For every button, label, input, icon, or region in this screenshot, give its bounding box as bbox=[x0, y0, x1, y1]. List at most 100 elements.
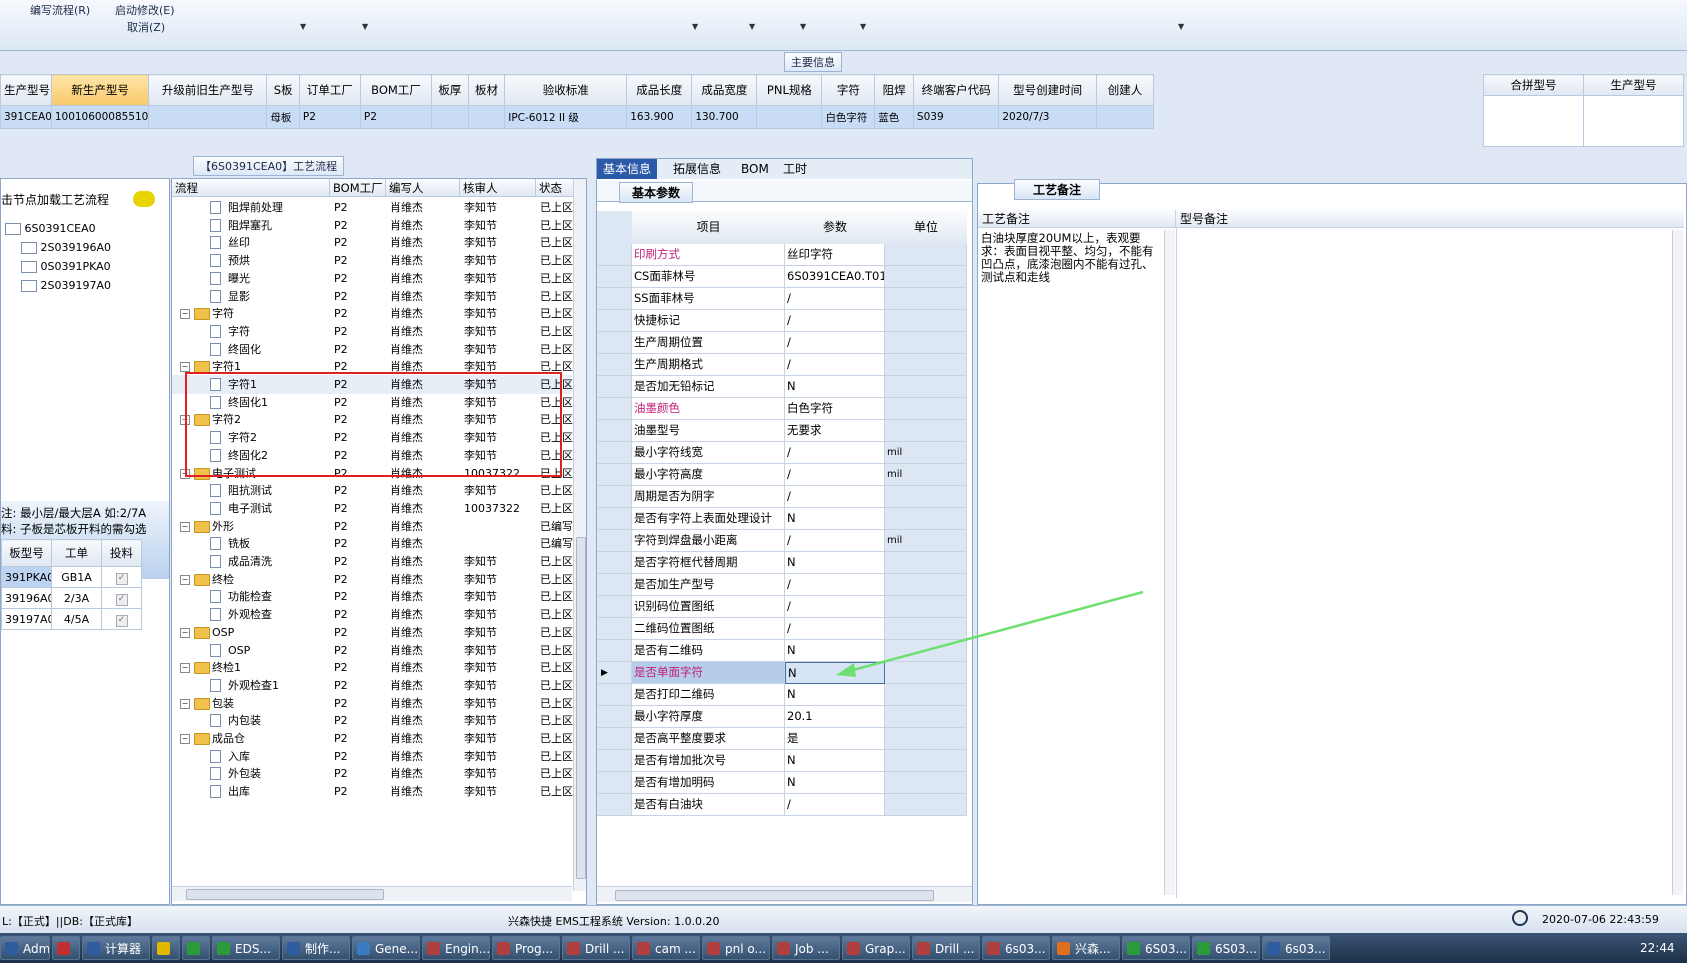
row-marker[interactable] bbox=[597, 750, 632, 772]
taskbar-button[interactable]: Gene... bbox=[352, 936, 420, 960]
flow-row[interactable]: 内包装 P2 肖维杰 李知节 已上区 bbox=[172, 711, 573, 730]
cell[interactable]: 10010600085510 bbox=[50, 105, 150, 129]
column-header[interactable]: 阻焊 bbox=[874, 74, 914, 106]
feed-checkbox[interactable]: ✓ bbox=[115, 614, 128, 627]
column-header[interactable]: S板 bbox=[266, 74, 300, 106]
chevron-down-icon[interactable]: ▼ bbox=[1178, 22, 1184, 31]
row-marker[interactable] bbox=[597, 640, 632, 662]
chevron-down-icon[interactable]: ▼ bbox=[692, 22, 698, 31]
taskbar-button[interactable]: 6s03... bbox=[1262, 936, 1330, 960]
param-row[interactable]: 油墨型号 无要求 bbox=[632, 420, 967, 442]
scroll-thumb[interactable] bbox=[615, 890, 934, 901]
param-row[interactable]: 快捷标记 / bbox=[632, 310, 967, 332]
taskbar-button[interactable]: Grap... bbox=[842, 936, 910, 960]
cell[interactable] bbox=[756, 105, 823, 129]
flow-row[interactable]: 入库 P2 肖维杰 李知节 已上区 bbox=[172, 747, 573, 766]
flow-row[interactable]: 字符 P2 肖维杰 李知节 已上区 bbox=[172, 322, 573, 341]
param-row[interactable]: 最小字符线宽 / mil bbox=[632, 442, 967, 464]
param-value[interactable]: 丝印字符 bbox=[785, 244, 885, 266]
flow-row[interactable]: − 成品仓 P2 肖维杰 李知节 已上区 bbox=[172, 729, 573, 748]
param-row[interactable]: 油墨颜色 白色字符 bbox=[632, 398, 967, 420]
collapse-icon[interactable]: − bbox=[180, 362, 190, 373]
subtab-basic-params[interactable]: 基本参数 bbox=[619, 182, 694, 203]
param-value[interactable]: N bbox=[785, 508, 885, 530]
collapse-icon[interactable]: − bbox=[180, 627, 190, 638]
row-marker[interactable] bbox=[597, 530, 632, 552]
scroll-thumb[interactable] bbox=[576, 537, 586, 879]
taskbar-button[interactable]: Drill ... bbox=[912, 936, 980, 960]
work-order-header[interactable]: 工单 bbox=[51, 539, 102, 567]
row-marker[interactable] bbox=[597, 376, 632, 398]
column-header[interactable]: 订单工厂 bbox=[298, 74, 361, 106]
flow-row[interactable]: 阻焊前处理 P2 肖维杰 李知节 已上区 bbox=[172, 198, 573, 217]
column-header[interactable]: 生产型号 bbox=[0, 74, 52, 106]
cell[interactable]: 391CEA0 bbox=[0, 105, 52, 129]
scroll-thumb[interactable] bbox=[186, 889, 384, 900]
feed-checkbox[interactable]: ✓ bbox=[115, 572, 128, 585]
flow-row[interactable]: 终固化 P2 肖维杰 李知节 已上区 bbox=[172, 340, 573, 359]
flow-row[interactable]: − 终检1 P2 肖维杰 李知节 已上区 bbox=[172, 658, 573, 677]
cell[interactable]: S039 bbox=[912, 105, 1000, 129]
param-value[interactable]: / bbox=[785, 794, 885, 816]
flow-row[interactable]: 电子测试 P2 肖维杰 10037322 已上区 bbox=[172, 499, 573, 518]
row-marker[interactable] bbox=[597, 354, 632, 376]
param-row[interactable]: 生产周期格式 / bbox=[632, 354, 967, 376]
cell[interactable] bbox=[431, 105, 469, 129]
flow-row[interactable]: 阻抗测试 P2 肖维杰 李知节 已上区 bbox=[172, 481, 573, 500]
chevron-down-icon[interactable]: ▼ bbox=[300, 22, 306, 31]
param-value[interactable]: / bbox=[785, 442, 885, 464]
taskbar-button[interactable]: Engin... bbox=[422, 936, 490, 960]
chevron-down-icon[interactable]: ▼ bbox=[362, 22, 368, 31]
param-row[interactable]: 是否加无铅标记 N bbox=[632, 376, 967, 398]
param-value[interactable]: 白色字符 bbox=[785, 398, 885, 420]
cell[interactable]: IPC-6012 II 级 bbox=[504, 105, 628, 129]
param-row[interactable]: 生产周期位置 / bbox=[632, 332, 967, 354]
column-header[interactable]: PNL规格 bbox=[756, 74, 823, 106]
horizontal-scrollbar[interactable] bbox=[597, 886, 972, 902]
flow-row[interactable]: − 字符 P2 肖维杰 李知节 已上区 bbox=[172, 304, 573, 323]
param-value[interactable]: N bbox=[785, 772, 885, 794]
flow-row[interactable]: 外包装 P2 肖维杰 李知节 已上区 bbox=[172, 764, 573, 783]
param-value[interactable]: N bbox=[785, 684, 885, 706]
vertical-scrollbar[interactable] bbox=[1672, 230, 1683, 895]
param-value[interactable]: / bbox=[785, 354, 885, 376]
column-header[interactable]: 板厚 bbox=[431, 74, 469, 106]
speech-bubble-icon[interactable] bbox=[133, 191, 155, 207]
item-header[interactable]: 项目 bbox=[632, 211, 786, 244]
cell[interactable]: 130.700 bbox=[691, 105, 758, 129]
vertical-scrollbar[interactable] bbox=[1164, 230, 1175, 895]
cell[interactable] bbox=[467, 105, 506, 129]
taskbar-button[interactable]: cam ... bbox=[632, 936, 700, 960]
param-row[interactable]: 是否有增加批次号 N bbox=[632, 750, 967, 772]
row-marker[interactable] bbox=[597, 794, 632, 816]
cell[interactable]: 白色字符 bbox=[821, 105, 876, 129]
param-row[interactable]: CS面菲林号 6S0391CEA0.T01 bbox=[632, 266, 967, 288]
cell[interactable] bbox=[1095, 105, 1155, 129]
taskbar-button[interactable] bbox=[52, 936, 80, 960]
cancel-menu[interactable]: 取消(Z) bbox=[127, 19, 165, 35]
flow-row[interactable]: 功能检查 P2 肖维杰 李知节 已上区 bbox=[172, 587, 573, 606]
param-value[interactable]: / bbox=[785, 530, 885, 552]
chevron-down-icon[interactable]: ▼ bbox=[800, 22, 806, 31]
column-header[interactable]: 型号创建时间 bbox=[998, 74, 1097, 106]
param-row[interactable]: 字符到焊盘最小距离 / mil bbox=[632, 530, 967, 552]
tree-node[interactable]: 2S039197A0 bbox=[21, 279, 111, 292]
collapse-icon[interactable]: − bbox=[180, 663, 190, 674]
row-marker[interactable] bbox=[597, 244, 632, 266]
column-header[interactable]: 验收标准 bbox=[504, 74, 628, 106]
cell[interactable]: P2 bbox=[359, 105, 433, 129]
column-header[interactable]: 创建人 bbox=[1095, 74, 1155, 106]
param-value[interactable]: / bbox=[785, 332, 885, 354]
chevron-down-icon[interactable]: ▼ bbox=[860, 22, 866, 31]
column-header[interactable]: 新生产型号 bbox=[50, 74, 150, 106]
cell[interactable]: 蓝色 bbox=[874, 105, 914, 129]
cell[interactable]: 163.900 bbox=[626, 105, 693, 129]
param-value[interactable]: N bbox=[785, 750, 885, 772]
unit-header[interactable]: 单位 bbox=[885, 211, 967, 244]
row-marker[interactable] bbox=[597, 596, 632, 618]
column-header[interactable]: 成品长度 bbox=[626, 74, 693, 106]
row-marker[interactable] bbox=[597, 310, 632, 332]
taskbar-button[interactable]: 制作... bbox=[282, 936, 350, 960]
param-value[interactable]: N bbox=[785, 376, 885, 398]
taskbar-button[interactable]: Drill ... bbox=[562, 936, 630, 960]
